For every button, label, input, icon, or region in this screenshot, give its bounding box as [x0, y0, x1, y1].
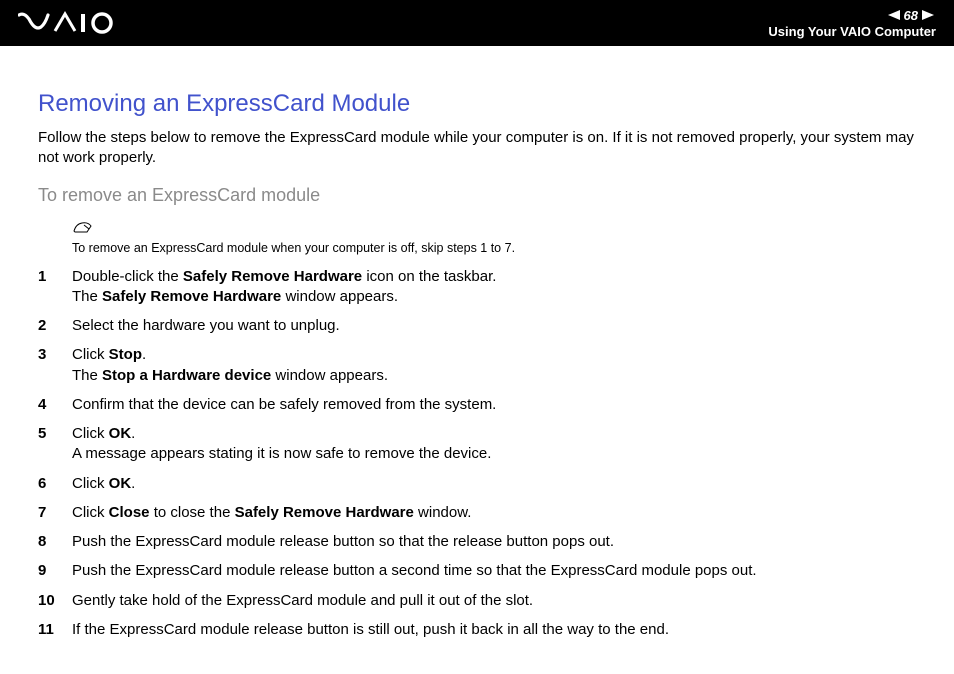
vaio-logo	[18, 11, 128, 35]
step-row: 5Click OK.A message appears stating it i…	[38, 424, 916, 465]
nav-next-icon[interactable]	[922, 9, 936, 21]
step-text: Select the hardware you want to unplug.	[72, 316, 916, 336]
step-text: Push the ExpressCard module release butt…	[72, 561, 916, 581]
step-row: 11If the ExpressCard module release butt…	[38, 620, 916, 640]
step-number: 9	[38, 561, 72, 581]
section-title: Using Your VAIO Computer	[768, 24, 936, 39]
step-row: 3Click Stop.The Stop a Hardware device w…	[38, 345, 916, 386]
step-row: 9Push the ExpressCard module release but…	[38, 561, 916, 581]
step-text: If the ExpressCard module release button…	[72, 620, 916, 640]
step-number: 10	[38, 591, 72, 611]
note-icon	[72, 220, 94, 239]
intro-text: Follow the steps below to remove the Exp…	[38, 128, 916, 169]
step-text: Push the ExpressCard module release butt…	[72, 532, 916, 552]
subtitle: To remove an ExpressCard module	[38, 185, 916, 206]
step-text: Click Stop.The Stop a Hardware device wi…	[72, 345, 916, 386]
step-text: Click OK.	[72, 474, 916, 494]
nav-prev-icon[interactable]	[886, 9, 900, 21]
step-number: 2	[38, 316, 72, 336]
header-right: 68 Using Your VAIO Computer	[768, 8, 936, 39]
step-row: 1Double-click the Safely Remove Hardware…	[38, 267, 916, 308]
page-content: Removing an ExpressCard Module Follow th…	[0, 46, 954, 640]
step-number: 11	[38, 620, 72, 640]
step-number: 4	[38, 395, 72, 415]
step-text: Click OK.A message appears stating it is…	[72, 424, 916, 465]
step-text: Gently take hold of the ExpressCard modu…	[72, 591, 916, 611]
note-text: To remove an ExpressCard module when you…	[72, 241, 916, 255]
header-bar: 68 Using Your VAIO Computer	[0, 0, 954, 46]
step-text: Confirm that the device can be safely re…	[72, 395, 916, 415]
steps-list: 1Double-click the Safely Remove Hardware…	[38, 267, 916, 641]
step-row: 10Gently take hold of the ExpressCard mo…	[38, 591, 916, 611]
step-row: 2Select the hardware you want to unplug.	[38, 316, 916, 336]
step-number: 5	[38, 424, 72, 444]
step-text: Click Close to close the Safely Remove H…	[72, 503, 916, 523]
step-number: 8	[38, 532, 72, 552]
step-text: Double-click the Safely Remove Hardware …	[72, 267, 916, 308]
page-nav: 68	[886, 8, 936, 23]
step-row: 7Click Close to close the Safely Remove …	[38, 503, 916, 523]
page-title: Removing an ExpressCard Module	[38, 90, 916, 118]
step-number: 7	[38, 503, 72, 523]
step-number: 3	[38, 345, 72, 365]
step-row: 6Click OK.	[38, 474, 916, 494]
note-block: To remove an ExpressCard module when you…	[72, 220, 916, 255]
step-row: 8Push the ExpressCard module release but…	[38, 532, 916, 552]
step-number: 1	[38, 267, 72, 287]
page-number: 68	[904, 8, 918, 23]
step-row: 4Confirm that the device can be safely r…	[38, 395, 916, 415]
step-number: 6	[38, 474, 72, 494]
